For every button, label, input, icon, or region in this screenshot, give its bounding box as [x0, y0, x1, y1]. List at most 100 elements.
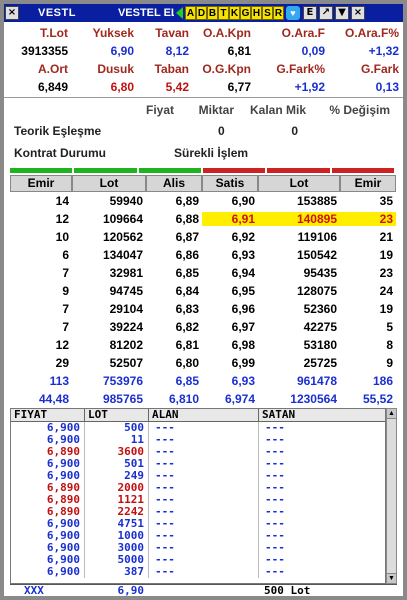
bar-segment — [74, 168, 137, 173]
shortcut-s-button[interactable]: S — [261, 6, 273, 20]
scroll-down-icon[interactable]: ▼ — [387, 573, 396, 583]
shortcut-h-button[interactable]: H — [250, 6, 262, 20]
depth-avg-cell: 985765 — [102, 392, 143, 406]
depth-cell: 25725 — [303, 356, 337, 370]
depth-cell: 6,99 — [231, 356, 255, 370]
depth-avg-cell: 44,48 — [38, 392, 69, 406]
depth-cell: 6,87 — [175, 230, 199, 244]
depth-row[interactable]: 10 120562 6,87 6,92 119106 21 — [10, 228, 396, 246]
stat-value: 6,90 — [110, 44, 134, 58]
shortcut-a-button[interactable]: A — [184, 6, 196, 20]
info-header: Fiyat Miktar Kalan Mik % Değişim — [4, 100, 403, 120]
depth-row[interactable]: 12 109664 6,88 6,91 140895 23 — [10, 210, 396, 228]
popout-icon[interactable]: ↗ — [318, 6, 333, 20]
stat-value: 6,849 — [37, 80, 68, 94]
close-window-icon[interactable]: × — [350, 6, 365, 20]
depth-cell: 119106 — [297, 230, 337, 244]
summary-label: XXX — [24, 584, 44, 597]
depth-col-header[interactable]: Satis — [202, 175, 258, 192]
stat-value: 6,80 — [110, 80, 134, 94]
depth-cell: 95435 — [303, 266, 337, 280]
depth-cell: 52360 — [303, 302, 337, 316]
title-bar[interactable]: × VESTL VESTEL ELEKTRONIK ADBTKGHSR ♥ E↗… — [4, 4, 403, 22]
depth-cell: 6,86 — [175, 248, 199, 262]
depth-col-header[interactable]: Alis — [146, 175, 202, 192]
shortcut-k-button[interactable]: K — [228, 6, 240, 20]
depth-row[interactable]: 7 32981 6,85 6,94 95435 23 — [10, 264, 396, 282]
depth-cell: 153885 — [296, 194, 337, 208]
depth-row[interactable]: 7 29104 6,83 6,96 52360 19 — [10, 300, 396, 318]
shortcut-t-button[interactable]: T — [217, 6, 229, 20]
depth-cell: 81202 — [109, 338, 143, 352]
depth-col-header[interactable]: Emir — [10, 175, 72, 192]
scroll-up-icon[interactable]: ▲ — [387, 409, 396, 419]
depth-cell: 6,90 — [231, 194, 255, 208]
stat-value: 3913355 — [21, 44, 68, 58]
depth-row[interactable]: 9 94745 6,84 6,95 128075 24 — [10, 282, 396, 300]
depth-cell: 6,88 — [175, 212, 199, 226]
depth-avg-cell: 6,810 — [168, 392, 199, 406]
stat-value: +1,92 — [294, 80, 325, 94]
depth-col-header[interactable]: Lot — [72, 175, 146, 192]
depth-row[interactable]: 12 81202 6,81 6,98 53180 8 — [10, 336, 396, 354]
symbol-label: VESTL — [38, 7, 76, 19]
stat-label: O.Ara.F% — [344, 26, 399, 40]
depth-cell: 8 — [386, 338, 393, 352]
depth-row[interactable]: 29 52507 6,80 6,99 25725 9 — [10, 354, 396, 372]
teorik-kalan: 0 — [291, 124, 298, 138]
stat-label: O.G.Kpn — [202, 62, 251, 76]
screen-shortcuts: ADBTKGHSR — [184, 6, 284, 20]
depth-row[interactable]: 14 59940 6,89 6,90 153885 35 — [10, 192, 396, 210]
stat-label: O.Ara.F — [281, 26, 325, 40]
depth-cell: 6,96 — [231, 302, 255, 316]
trades-col-header[interactable]: LOT — [85, 409, 149, 421]
trade-satan: --- — [265, 565, 285, 578]
twitter-icon[interactable]: ♥ — [285, 6, 300, 20]
stat-label: Yuksek — [92, 26, 134, 40]
depth-cell: 6,97 — [231, 320, 255, 334]
trades-col-header[interactable]: FIYAT — [11, 409, 85, 421]
header-fiyat: Fiyat — [145, 103, 174, 117]
shortcut-r-button[interactable]: R — [272, 6, 284, 20]
depth-header: Emir Lot Alis Satis Lot Emir — [10, 175, 396, 192]
dropdown-icon[interactable]: ▼ — [334, 6, 349, 20]
depth-cell: 109664 — [102, 212, 143, 226]
shortcut-g-button[interactable]: G — [239, 6, 251, 20]
trades-col-header[interactable]: SATAN — [259, 409, 385, 421]
summary-price: 6,90 — [117, 584, 145, 597]
trades-body: 6,900 500 --- --- 6,900 11 --- --- 6,890 3600 --- -… — [11, 422, 385, 578]
depth-cell: 59940 — [109, 194, 143, 208]
stats-row2-labels: A.Ort Dusuk Taban O.G.Kpn G.Fark% G.Fark — [4, 60, 403, 78]
arrow-left-icon[interactable] — [175, 7, 183, 19]
trades-scrollbar[interactable]: ▲ ▼ — [386, 408, 397, 584]
depth-cell: 12 — [55, 212, 69, 226]
depth-cell: 53180 — [303, 338, 337, 352]
depth-cell: 6,83 — [175, 302, 199, 316]
bar-segment — [331, 168, 394, 173]
depth-table: Emir Lot Alis Satis Lot Emir 14 59940 6,89 6,90 1… — [10, 175, 396, 408]
shortcut-d-button[interactable]: D — [195, 6, 207, 20]
trade-row[interactable]: 6,900 387 --- --- — [11, 566, 385, 578]
depth-row[interactable]: 6 134047 6,86 6,93 150542 19 — [10, 246, 396, 264]
stat-value: 6,81 — [227, 44, 251, 58]
depth-row[interactable]: 7 39224 6,82 6,97 42275 5 — [10, 318, 396, 336]
depth-cell: 134047 — [102, 248, 143, 262]
depth-cell: 6,93 — [231, 248, 255, 262]
trades-col-header[interactable]: ALAN — [149, 409, 259, 421]
depth-col-header[interactable]: Emir — [340, 175, 396, 192]
shortcut-b-button[interactable]: B — [206, 6, 218, 20]
depth-cell: 7 — [62, 320, 69, 334]
close-icon[interactable]: × — [5, 6, 19, 20]
depth-cell: 19 — [379, 302, 393, 316]
export-icon[interactable]: E — [302, 6, 317, 20]
stat-label: G.Fark% — [276, 62, 325, 76]
depth-total-cell: 961478 — [296, 374, 337, 388]
summary-alan — [148, 585, 258, 596]
trades-list[interactable]: FIYAT LOT ALAN SATAN 6,900 500 --- --- 6,900 11-… — [10, 408, 386, 584]
stat-label: T.Lot — [40, 26, 68, 40]
depth-cell: 32981 — [109, 266, 143, 280]
stats-row2-values: 6,849 6,80 5,42 6,77 +1,92 0,13 — [4, 78, 403, 96]
depth-col-header[interactable]: Lot — [258, 175, 340, 192]
header-degisim: % Değişim — [329, 103, 390, 117]
stats-row1-values: 3913355 6,90 8,12 6,81 0,09 +1,32 — [4, 42, 403, 60]
